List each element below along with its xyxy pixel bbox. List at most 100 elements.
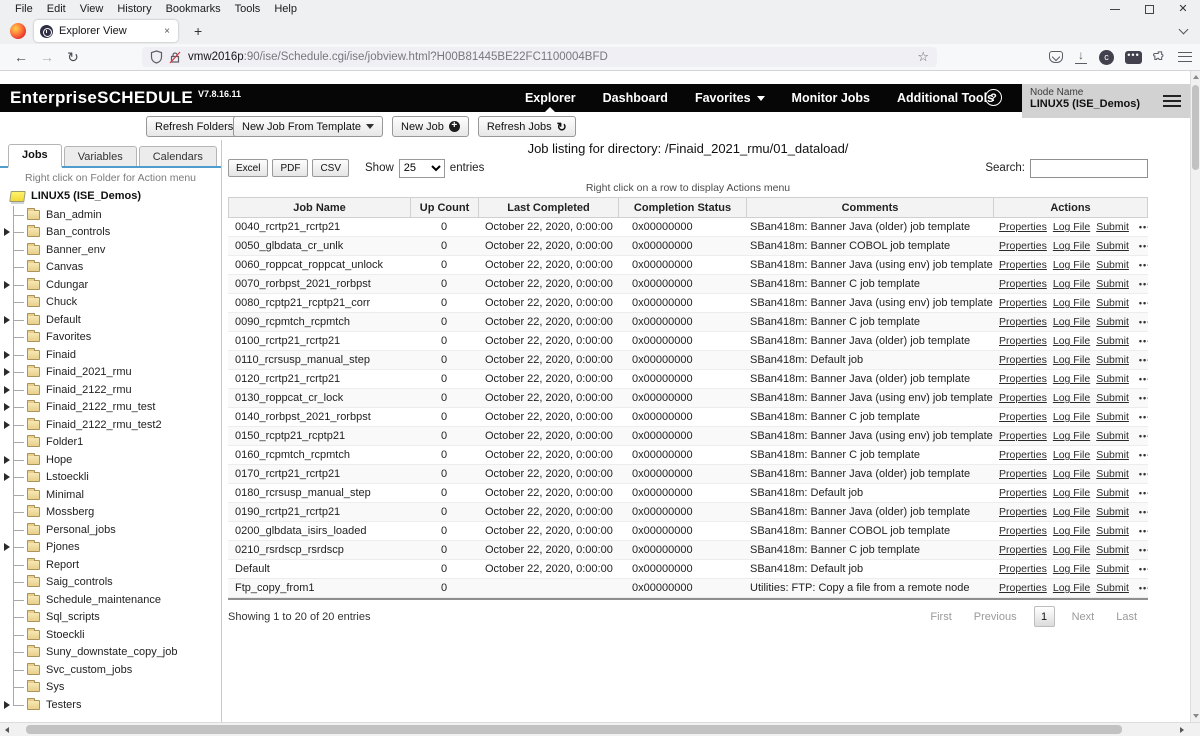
properties-link[interactable]: Properties xyxy=(999,335,1047,347)
submit-link[interactable]: Submit xyxy=(1096,411,1129,423)
pagination-previous[interactable]: Previous xyxy=(963,611,1028,623)
properties-link[interactable]: Properties xyxy=(999,392,1047,404)
log-file-link[interactable]: Log File xyxy=(1053,297,1090,309)
more-actions-icon[interactable]: ••• xyxy=(1139,260,1148,270)
menu-bookmarks[interactable]: Bookmarks xyxy=(159,3,228,15)
help-icon[interactable]: ? xyxy=(985,89,1002,106)
export-excel-button[interactable]: Excel xyxy=(228,159,268,177)
more-actions-icon[interactable]: ••• xyxy=(1139,545,1148,555)
sidebar-item-sql-scripts[interactable]: Sql_scripts xyxy=(0,609,221,627)
sidebar-item-mossberg[interactable]: Mossberg xyxy=(0,504,221,522)
more-actions-icon[interactable]: ••• xyxy=(1139,431,1148,441)
more-actions-icon[interactable]: ••• xyxy=(1139,583,1148,593)
lock-strike-icon[interactable] xyxy=(169,51,181,64)
properties-link[interactable]: Properties xyxy=(999,525,1047,537)
properties-link[interactable]: Properties xyxy=(999,449,1047,461)
pagination-first[interactable]: First xyxy=(919,611,962,623)
submit-link[interactable]: Submit xyxy=(1096,506,1129,518)
scroll-right-icon[interactable] xyxy=(1176,723,1188,736)
sidebar-item-minimal[interactable]: Minimal xyxy=(0,486,221,504)
column-header-last-completed[interactable]: Last Completed xyxy=(478,197,618,218)
minimize-icon[interactable] xyxy=(1098,0,1132,18)
scroll-down-icon[interactable] xyxy=(1191,711,1200,721)
sidebar-item-stoeckli[interactable]: Stoeckli xyxy=(0,626,221,644)
tab-close-icon[interactable]: × xyxy=(162,26,172,37)
browser-tab[interactable]: Explorer View × xyxy=(34,20,178,42)
tab-calendars[interactable]: Calendars xyxy=(139,146,217,166)
table-row[interactable]: 0070_rorbpst_2021_rorbpst0October 22, 20… xyxy=(228,275,1148,294)
sidebar-item-report[interactable]: Report xyxy=(0,556,221,574)
export-pdf-button[interactable]: PDF xyxy=(272,159,308,177)
log-file-link[interactable]: Log File xyxy=(1053,449,1090,461)
sidebar-item-canvas[interactable]: Canvas xyxy=(0,259,221,277)
table-row[interactable]: 0160_rcpmtch_rcpmtch0October 22, 2020, 0… xyxy=(228,446,1148,465)
submit-link[interactable]: Submit xyxy=(1096,544,1129,556)
log-file-link[interactable]: Log File xyxy=(1053,411,1090,423)
sidebar-item-finaid-2122-rmu-test[interactable]: Finaid_2122_rmu_test xyxy=(0,399,221,417)
column-header-completion-status[interactable]: Completion Status xyxy=(618,197,746,218)
sidebar-item-schedule-maintenance[interactable]: Schedule_maintenance xyxy=(0,591,221,609)
submit-link[interactable]: Submit xyxy=(1096,582,1129,594)
new-tab-button[interactable]: + xyxy=(188,23,208,39)
log-file-link[interactable]: Log File xyxy=(1053,487,1090,499)
account-icon[interactable]: c xyxy=(1099,50,1114,65)
submit-link[interactable]: Submit xyxy=(1096,487,1129,499)
pocket-icon[interactable] xyxy=(1049,51,1063,63)
table-row[interactable]: Default0October 22, 2020, 0:00:000x00000… xyxy=(228,560,1148,579)
sidebar-item-banner-env[interactable]: Banner_env xyxy=(0,241,221,259)
table-row[interactable]: 0180_rcrsusp_manual_step0October 22, 202… xyxy=(228,484,1148,503)
menu-tools[interactable]: Tools xyxy=(228,3,268,15)
more-actions-icon[interactable]: ••• xyxy=(1139,469,1148,479)
properties-link[interactable]: Properties xyxy=(999,468,1047,480)
log-file-link[interactable]: Log File xyxy=(1053,240,1090,252)
url-bar[interactable]: vmw2016p :90/ise/Schedule.cgi/ise/jobvie… xyxy=(142,47,937,67)
submit-link[interactable]: Submit xyxy=(1096,316,1129,328)
download-icon[interactable]: ↓ xyxy=(1074,50,1088,64)
sidebar-item-sys[interactable]: Sys xyxy=(0,679,221,697)
menu-help[interactable]: Help xyxy=(267,3,304,15)
properties-link[interactable]: Properties xyxy=(999,221,1047,233)
more-actions-icon[interactable]: ••• xyxy=(1139,241,1148,251)
back-icon[interactable]: ← xyxy=(8,47,34,67)
submit-link[interactable]: Submit xyxy=(1096,468,1129,480)
table-row[interactable]: 0060_roppcat_roppcat_unlock0October 22, … xyxy=(228,256,1148,275)
table-row[interactable]: 0120_rcrtp21_rcrtp210October 22, 2020, 0… xyxy=(228,370,1148,389)
properties-link[interactable]: Properties xyxy=(999,259,1047,271)
more-actions-icon[interactable]: ••• xyxy=(1139,564,1148,574)
submit-link[interactable]: Submit xyxy=(1096,297,1129,309)
more-actions-icon[interactable]: ••• xyxy=(1139,393,1148,403)
sidebar-item-finaid-2122-rmu[interactable]: Finaid_2122_rmu xyxy=(0,381,221,399)
sidebar-item-svc-custom-jobs[interactable]: Svc_custom_jobs xyxy=(0,661,221,679)
sidebar-item-finaid-2021-rmu[interactable]: Finaid_2021_rmu xyxy=(0,364,221,382)
submit-link[interactable]: Submit xyxy=(1096,278,1129,290)
sidebar-item-folder1[interactable]: Folder1 xyxy=(0,434,221,452)
nav-monitor-jobs[interactable]: Monitor Jobs xyxy=(792,84,870,112)
properties-link[interactable]: Properties xyxy=(999,563,1047,575)
puzzle-icon[interactable] xyxy=(1153,50,1167,64)
nav-favorites[interactable]: Favorites xyxy=(695,84,765,112)
more-actions-icon[interactable]: ••• xyxy=(1139,412,1148,422)
tab-list-chevron-icon[interactable] xyxy=(1180,26,1188,34)
reload-icon[interactable]: ↻ xyxy=(60,47,86,67)
log-file-link[interactable]: Log File xyxy=(1053,506,1090,518)
horizontal-scrollbar[interactable] xyxy=(0,722,1200,736)
sidebar-item-ban-controls[interactable]: Ban_controls xyxy=(0,224,221,242)
column-header-actions[interactable]: Actions xyxy=(993,197,1148,218)
firefox-icon[interactable] xyxy=(10,23,26,39)
expand-arrow-icon[interactable] xyxy=(4,701,10,709)
sidebar-item-chuck[interactable]: Chuck xyxy=(0,294,221,312)
vertical-scrollbar-thumb[interactable] xyxy=(1192,85,1199,170)
properties-link[interactable]: Properties xyxy=(999,544,1047,556)
more-actions-icon[interactable]: ••• xyxy=(1139,317,1148,327)
log-file-link[interactable]: Log File xyxy=(1053,221,1090,233)
table-row[interactable]: 0080_rcptp21_rcptp21_corr0October 22, 20… xyxy=(228,294,1148,313)
expand-arrow-icon[interactable] xyxy=(4,421,10,429)
menu-history[interactable]: History xyxy=(110,3,158,15)
more-actions-icon[interactable]: ••• xyxy=(1139,507,1148,517)
sidebar-item-suny-downstate-copy-job[interactable]: Suny_downstate_copy_job xyxy=(0,644,221,662)
log-file-link[interactable]: Log File xyxy=(1053,544,1090,556)
properties-link[interactable]: Properties xyxy=(999,354,1047,366)
shield-icon[interactable] xyxy=(150,50,163,64)
properties-link[interactable]: Properties xyxy=(999,278,1047,290)
submit-link[interactable]: Submit xyxy=(1096,373,1129,385)
